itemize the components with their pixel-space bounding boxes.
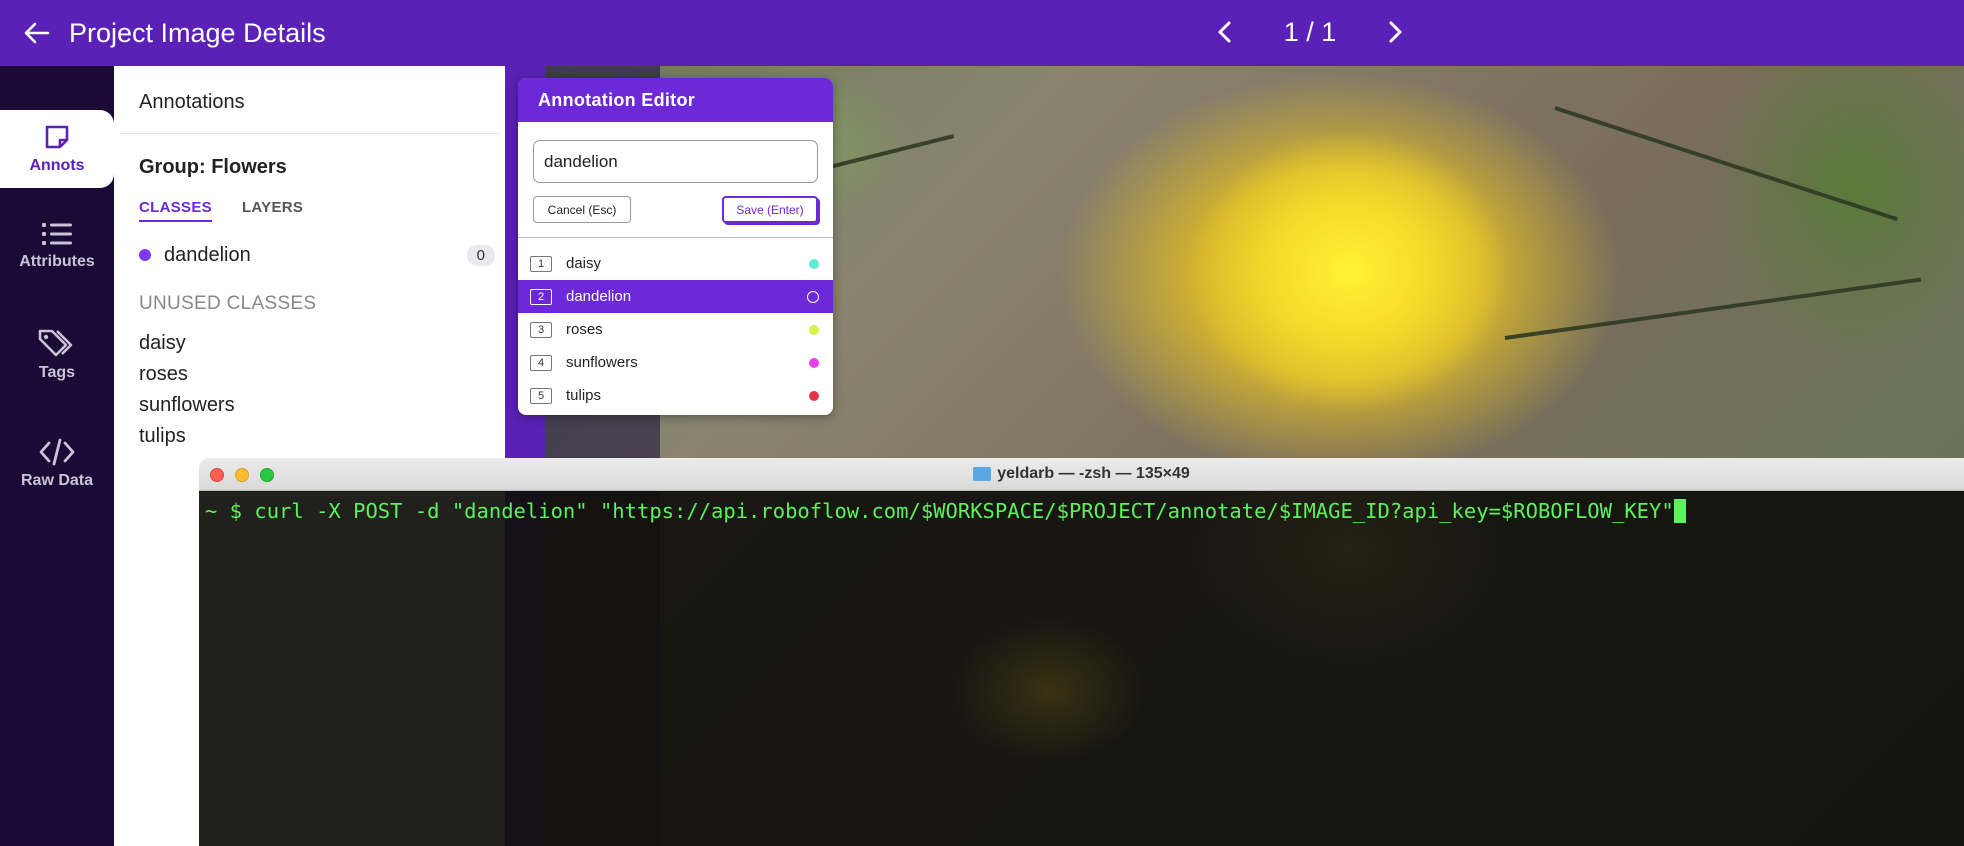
terminal-command-line: ~ $ curl -X POST -d "dandelion" "https:/… bbox=[205, 499, 1686, 523]
chevron-left-icon bbox=[1218, 21, 1231, 43]
class-color-dot bbox=[139, 249, 151, 261]
terminal-titlebar[interactable]: yeldarb — -zsh — 135×49 bbox=[199, 458, 1964, 491]
terminal-window: yeldarb — -zsh — 135×49 ~ $ curl -X POST… bbox=[199, 458, 1964, 846]
option-shortcut: 5 bbox=[530, 387, 552, 404]
unused-class-item[interactable]: roses bbox=[139, 359, 235, 390]
panel-title: Annotations bbox=[139, 91, 245, 113]
option-shortcut: 1 bbox=[530, 255, 552, 272]
previous-image-button[interactable] bbox=[1208, 10, 1240, 54]
cancel-button[interactable]: Cancel (Esc) bbox=[533, 196, 631, 223]
annotation-class-input[interactable] bbox=[533, 140, 818, 183]
option-label: roses bbox=[566, 321, 603, 338]
rail-label: Annots bbox=[29, 157, 85, 174]
tags-icon bbox=[38, 329, 73, 357]
tab-classes[interactable]: CLASSES bbox=[139, 199, 212, 222]
class-options-list: 1 daisy 2 dandelion 3 roses 4 sunflowers… bbox=[518, 247, 833, 412]
class-option-selected[interactable]: 2 dandelion bbox=[518, 280, 833, 313]
option-shortcut: 2 bbox=[530, 288, 552, 305]
rail-label: Attributes bbox=[19, 253, 95, 270]
option-label: sunflowers bbox=[566, 354, 638, 371]
page-title: Project Image Details bbox=[69, 18, 326, 48]
back-button[interactable] bbox=[18, 14, 56, 52]
option-shortcut: 3 bbox=[530, 321, 552, 338]
class-row-dandelion[interactable]: dandelion 0 bbox=[139, 238, 495, 272]
unused-class-item[interactable]: daisy bbox=[139, 328, 235, 359]
annotation-editor: Annotation Editor Cancel (Esc) Save (Ent… bbox=[518, 78, 833, 415]
code-icon bbox=[39, 438, 75, 466]
option-color-dot bbox=[809, 258, 819, 269]
terminal-command: ~ $ curl -X POST -d "dandelion" "https:/… bbox=[205, 499, 1674, 523]
terminal-title: yeldarb — -zsh — 135×49 bbox=[997, 465, 1190, 482]
folder-icon bbox=[973, 467, 992, 481]
page-indicator: 1 / 1 bbox=[1283, 16, 1337, 47]
editor-title: Annotation Editor bbox=[518, 78, 833, 122]
group-title: Group: Flowers bbox=[139, 156, 287, 178]
rail-item-annots[interactable]: Annots bbox=[0, 110, 114, 188]
rail-label: Raw Data bbox=[20, 472, 94, 489]
terminal-cursor bbox=[1673, 499, 1686, 523]
terminal-body[interactable]: ~ $ curl -X POST -d "dandelion" "https:/… bbox=[199, 491, 1964, 846]
option-label: tulips bbox=[566, 387, 602, 404]
class-option[interactable]: 4 sunflowers bbox=[518, 346, 833, 379]
note-icon bbox=[45, 125, 69, 149]
save-button[interactable]: Save (Enter) bbox=[722, 196, 818, 223]
terminal-title-wrap: yeldarb — -zsh — 135×49 bbox=[199, 465, 1964, 483]
option-color-dot bbox=[809, 324, 819, 335]
unused-class-item[interactable]: sunflowers bbox=[139, 390, 235, 421]
option-color-dot bbox=[809, 390, 819, 401]
next-image-button[interactable] bbox=[1380, 10, 1412, 54]
rail-item-attributes[interactable]: Attributes bbox=[0, 208, 114, 284]
top-bar: Project Image Details 1 / 1 bbox=[0, 0, 1964, 66]
class-option[interactable]: 1 daisy bbox=[518, 247, 833, 280]
left-nav-rail: Annots Attributes Tags Raw Data bbox=[0, 66, 114, 846]
editor-divider bbox=[518, 237, 833, 238]
class-name: dandelion bbox=[164, 243, 251, 266]
unused-classes-title: UNUSED CLASSES bbox=[139, 293, 317, 314]
class-option[interactable]: 5 tulips bbox=[518, 379, 833, 412]
unused-class-item[interactable]: tulips bbox=[139, 421, 235, 452]
chevron-right-icon bbox=[1389, 21, 1402, 43]
rail-label: Tags bbox=[38, 364, 76, 381]
terminal-background bbox=[649, 491, 1964, 846]
list-icon bbox=[42, 223, 72, 245]
arrow-left-icon bbox=[24, 22, 50, 44]
option-color-dot bbox=[809, 357, 819, 368]
option-shortcut: 4 bbox=[530, 354, 552, 371]
panel-divider bbox=[120, 133, 500, 134]
image-pager: 1 / 1 bbox=[1208, 10, 1412, 54]
class-option[interactable]: 3 roses bbox=[518, 313, 833, 346]
option-label: daisy bbox=[566, 255, 602, 272]
option-color-dot bbox=[807, 290, 819, 303]
unused-classes-list: daisy roses sunflowers tulips bbox=[139, 328, 235, 452]
tab-layers[interactable]: LAYERS bbox=[242, 199, 303, 222]
option-label: dandelion bbox=[566, 288, 632, 305]
rail-item-raw-data[interactable]: Raw Data bbox=[0, 426, 114, 502]
panel-tabs: CLASSES LAYERS bbox=[139, 199, 303, 222]
rail-item-tags[interactable]: Tags bbox=[0, 317, 114, 393]
class-count-badge: 0 bbox=[466, 244, 495, 266]
